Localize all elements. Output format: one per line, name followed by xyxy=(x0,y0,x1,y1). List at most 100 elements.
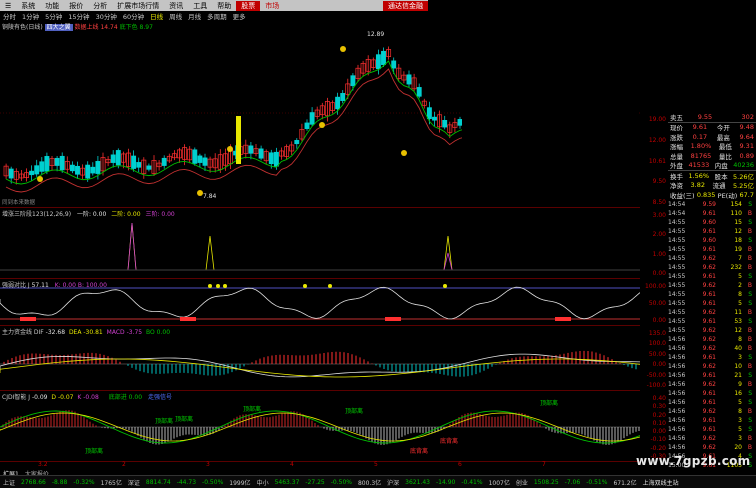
period-10[interactable]: 更多 xyxy=(230,11,249,21)
stage-spike xyxy=(127,222,137,271)
status-index-amount: 1999亿 xyxy=(229,479,251,487)
tick-time: 14:55 xyxy=(668,318,686,325)
tick-time: 14:56 xyxy=(668,399,686,406)
tick-price: 9.61 xyxy=(702,399,716,406)
tick-row: 14:56 9.62 9 B xyxy=(668,380,756,389)
tick-time: 14:55 xyxy=(668,264,686,271)
candle-body xyxy=(197,155,203,163)
menu-icon[interactable]: ☰ xyxy=(0,2,16,10)
tick-time: 14:56 xyxy=(668,381,686,388)
tick-time: 14:55 xyxy=(668,255,686,262)
tick-price: 9.62 xyxy=(702,255,716,262)
period-9[interactable]: 多周期 xyxy=(204,11,230,21)
menu-item-0[interactable]: 系统 xyxy=(16,1,40,11)
tick-volume: 232 xyxy=(730,264,742,271)
tick-side: B xyxy=(747,444,752,451)
tick-time: 14:56 xyxy=(668,426,686,433)
candle-body xyxy=(202,157,208,166)
menu-item-3[interactable]: 分析 xyxy=(88,1,112,11)
stage-spike-magenta xyxy=(127,222,137,271)
menu-item-2[interactable]: 报价 xyxy=(64,1,88,11)
period-5[interactable]: 60分钟 xyxy=(120,11,147,21)
period-7[interactable]: 周线 xyxy=(166,11,185,21)
tick-side: B xyxy=(747,345,752,352)
tick-volume: 5 xyxy=(738,273,742,280)
tick-row: 14:56 9.62 8 B xyxy=(668,335,756,344)
period-2[interactable]: 5分钟 xyxy=(42,11,65,21)
tick-time: 14:55 xyxy=(668,282,686,289)
tick-row: 14:56 9.62 10 B xyxy=(668,362,756,371)
panel-cjdi[interactable]: 顶部离 顶部离 顶部离 顶部离 顶部离 顶部离 底背离 底背离 CJDI智能 J -0.09 … xyxy=(0,391,640,462)
main-mask xyxy=(462,109,638,207)
cjdi-chart[interactable]: 顶部离顶部离 顶部离顶部离 顶部离顶部离底背离底背离 xyxy=(0,391,640,461)
panel3-macd: -3.75 xyxy=(126,329,143,336)
period-4[interactable]: 30分钟 xyxy=(93,11,120,21)
three-stage-chart[interactable] xyxy=(0,208,640,278)
tick-side: S xyxy=(748,300,752,307)
period-0[interactable]: 分时 xyxy=(0,11,19,21)
cjdi-annotation: 底背离 xyxy=(410,447,428,455)
tick-side: S xyxy=(748,201,752,208)
candle-body xyxy=(85,164,91,179)
signal-dot xyxy=(37,176,43,182)
tick-side: B xyxy=(747,255,752,262)
tick-price: 9.61 xyxy=(702,417,716,424)
period-8[interactable]: 月线 xyxy=(185,11,204,21)
status-index-change: -7.06 xyxy=(564,478,581,486)
menu-item-4[interactable]: 扩展市场行情 xyxy=(112,1,164,11)
menu-tab-market[interactable]: 市场 xyxy=(260,1,284,11)
period-6[interactable]: 日线 xyxy=(147,11,166,21)
main-kline-panel[interactable]: 铜陵有色(日线) 四大之翼 数据上线 14.74 底下色 8.97 12.89 … xyxy=(0,21,640,208)
period-1[interactable]: 1分钟 xyxy=(19,11,42,21)
panel3-macd-label: MACD xyxy=(106,329,125,336)
candle-body xyxy=(273,151,279,167)
panel4-j: -0.09 xyxy=(31,394,48,401)
panel4-axis-tick: 0.20 xyxy=(652,411,666,419)
panel-three-stage[interactable]: 增涨三阶段123(12,26,9) 一阶: 0.00 二阶: 0.00 三阶: … xyxy=(0,208,640,279)
tick-time: 14:56 xyxy=(668,372,686,379)
kline-chart[interactable] xyxy=(0,21,640,207)
panel2-name: 强弱对比 J xyxy=(2,282,30,289)
quote-label: 总量 xyxy=(670,152,683,161)
panel-fund-line[interactable]: 主力资金线 DIF -32.68 DEA -30.81 MACD -3.75 B… xyxy=(0,326,640,391)
candle-body xyxy=(59,155,65,171)
menu-item-6[interactable]: 工具 xyxy=(188,1,212,11)
main-price-axis: 19.00 12.00 10.61 9.50 8.50 xyxy=(640,112,668,207)
status-index-value: 3621.43 xyxy=(405,478,430,486)
menu-bar: ☰ 系统 功能 报价 分析 扩展市场行情 资讯 工具 帮助 股票 市场 通达信金融 xyxy=(0,0,428,11)
candle-body xyxy=(268,152,274,165)
quote-label: 流通 xyxy=(712,182,726,191)
tick-side: B xyxy=(747,363,752,370)
tick-volume: 3 xyxy=(738,417,742,424)
tick-price: 9.61 xyxy=(702,372,716,379)
status-index-value: 5463.37 xyxy=(274,478,300,486)
menu-right-button[interactable]: 通达信金融 xyxy=(383,0,428,11)
panel3-bo: 0.00 xyxy=(156,329,171,336)
menu-tab-stock[interactable]: 股票 xyxy=(236,0,261,11)
tick-price: 9.62 xyxy=(702,408,716,415)
candle-body xyxy=(457,119,463,126)
candle-body xyxy=(309,112,315,125)
panel-strength[interactable]: 强弱对比 J 57.11 K: 0.00 B: 100.00 xyxy=(0,279,640,326)
cjdi-annotation: 顶部离 xyxy=(345,407,363,415)
tick-price: 9.61 xyxy=(702,273,716,280)
menu-item-5[interactable]: 资讯 xyxy=(164,1,188,11)
overbought-marker xyxy=(208,284,212,288)
quote-value: 0.17 xyxy=(692,132,708,141)
tick-row: 14:55 9.61 5 S xyxy=(668,272,756,281)
menu-item-7[interactable]: 帮助 xyxy=(212,1,236,11)
tick-row: 14:55 9.61 12 B xyxy=(668,227,756,236)
period-3[interactable]: 15分钟 xyxy=(65,11,92,21)
date-label: 3.2 xyxy=(38,461,48,468)
quote-value: 1.80% xyxy=(690,142,712,151)
tick-list[interactable]: 14:54 9.59 154 S 14:54 9.61 110 B 14:55 9.60 15 S 14… xyxy=(668,200,756,470)
menu-item-1[interactable]: 功能 xyxy=(40,1,64,11)
tick-time: 14:56 xyxy=(668,363,686,370)
quote-row: 外盘 41533 内盘 40236 xyxy=(668,161,756,171)
cjdi-annotation: 顶部离 xyxy=(85,447,103,455)
candle-body xyxy=(406,74,412,85)
panel3-dif: -32.68 xyxy=(45,329,66,336)
tick-side: S xyxy=(748,390,752,397)
tick-row: 14:56 9.61 5 S xyxy=(668,398,756,407)
status-index-value: 1508.25 xyxy=(533,478,559,486)
